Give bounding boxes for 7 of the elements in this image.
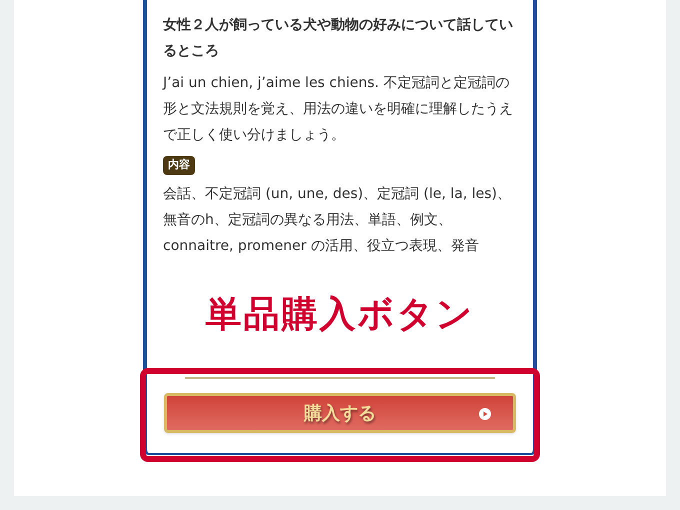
card-description: J’ai un chien, j’aime les chiens. 不定冠詞と定冠詞の形と文法規則を覚え、用法の違いを明確に理解したうえで正しく使い分けましょう。 (163, 74, 514, 145)
contents-text: 会話、不定冠詞 (un, une, des)、定冠詞 (le, la, les)、無音のh、定冠詞の異なる用法、単語、例文、connaitre, promener の活用、役立つ表現、発音 (163, 184, 512, 256)
card-title: 女性２人が飼っている犬や動物の好みについて話しているところ (163, 16, 514, 61)
play-icon (479, 408, 491, 420)
contents-badge: 内容 (163, 156, 195, 174)
annotation-label: 単品購入ボタン (204, 292, 476, 336)
buy-button[interactable]: 購入する (164, 393, 516, 433)
